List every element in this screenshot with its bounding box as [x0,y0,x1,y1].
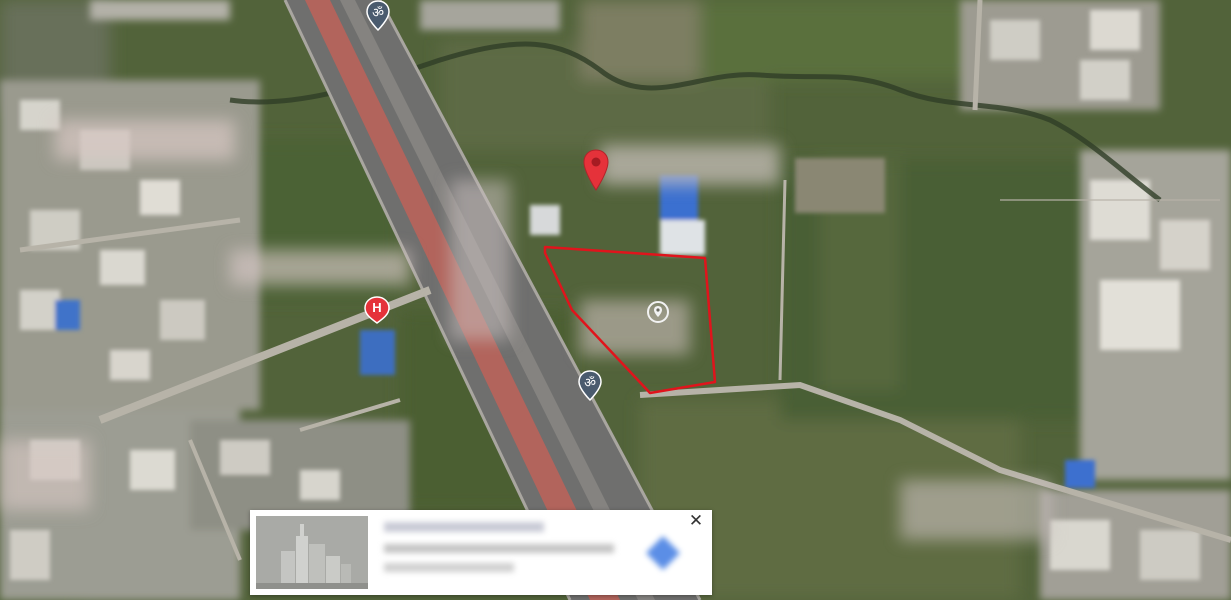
directions-button[interactable] [642,532,684,574]
worship-glyph-mid: ॐ [584,376,596,391]
directions-icon [646,536,680,570]
worship-marker-mid[interactable]: ॐ [578,370,602,402]
location-pin-icon[interactable] [583,148,609,192]
hospital-marker-glyph: H [372,300,382,315]
place-details [384,520,624,574]
place-thumbnail[interactable] [256,516,368,589]
worship-marker-top[interactable]: ॐ [366,0,390,32]
building-thumbnail-icon [256,516,368,589]
worship-glyph-top: ॐ [372,6,384,21]
close-icon[interactable]: ✕ [688,512,704,529]
place-info-card[interactable]: ✕ [250,510,712,595]
hospital-marker[interactable]: H [364,296,390,324]
location-circle-icon[interactable] [646,300,670,324]
